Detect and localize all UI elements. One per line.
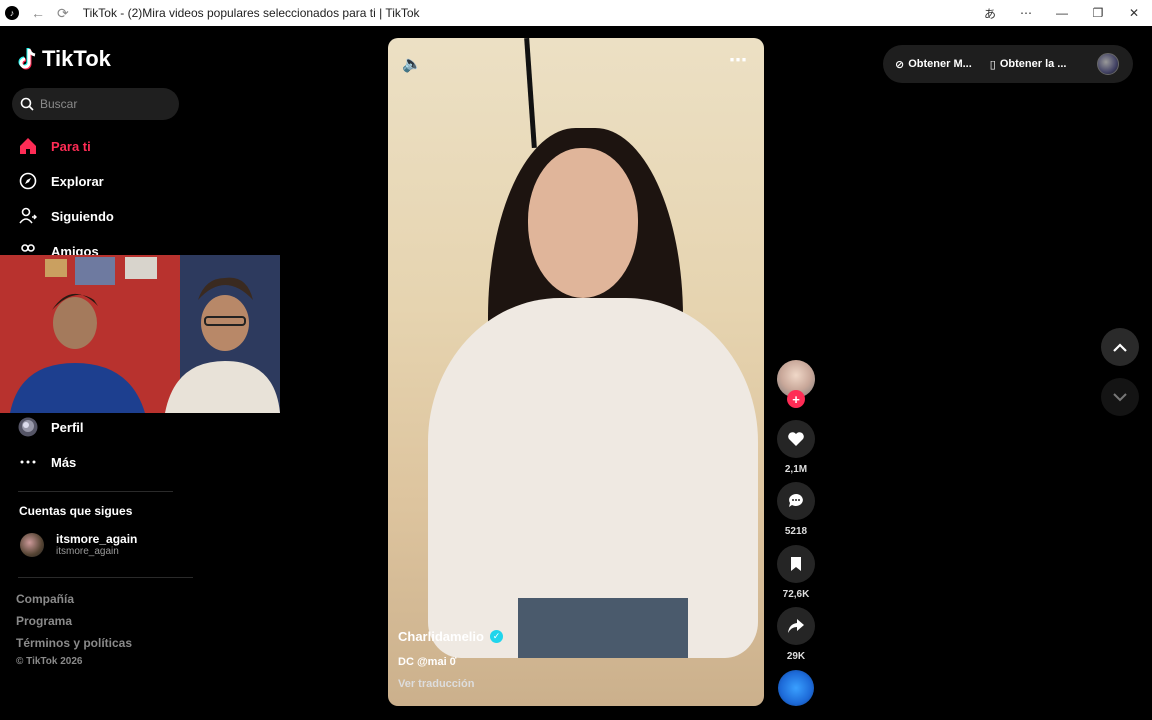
nav-label: Siguiendo <box>51 208 114 224</box>
bookmark-icon <box>791 557 801 571</box>
next-video-button[interactable] <box>1101 378 1139 416</box>
get-app-button[interactable]: ▯ Obtener la ... <box>990 58 1067 71</box>
search-input[interactable] <box>40 97 160 111</box>
user-follow-icon <box>18 206 38 226</box>
coin-icon: ⊘ <box>895 58 905 71</box>
get-app-label: Obtener la ... <box>999 58 1067 70</box>
header-actions: ⊘ Obtener M... ▯ Obtener la ... <box>883 45 1133 83</box>
like-button[interactable] <box>777 420 815 458</box>
avatar <box>20 532 44 557</box>
search-icon <box>20 97 34 111</box>
music-disc-icon[interactable] <box>778 670 814 706</box>
profile-avatar[interactable] <box>1097 53 1119 75</box>
back-icon[interactable]: ← <box>31 5 45 21</box>
window-title: TikTok - (2)Mira videos populares selecc… <box>82 6 420 20</box>
previous-video-button[interactable] <box>1101 328 1139 366</box>
copyright-text: © TikTok 2026 <box>16 656 83 667</box>
webcam-overlay <box>0 255 280 413</box>
following-section-title: Cuentas que sigues <box>19 504 133 518</box>
nav-label: Para ti <box>51 138 91 154</box>
sidebar-divider <box>18 491 173 492</box>
save-count: 72,6K <box>782 589 810 600</box>
restore-icon[interactable]: ❐ <box>1080 6 1116 20</box>
video-frame <box>524 38 537 149</box>
video-caption: DC @mai 0҆ <box>398 656 456 668</box>
save-button[interactable] <box>777 545 815 583</box>
tiktok-logo-icon <box>18 48 36 70</box>
footer-link-terminos[interactable]: Términos y políticas <box>16 636 132 650</box>
menu-dots-icon[interactable]: ⋯ <box>1008 6 1044 20</box>
account-name: itsmore_again <box>56 532 138 546</box>
verified-badge-icon: ✓ <box>489 630 503 643</box>
tiktok-app: TikTok Para ti Explorar Siguiendo Amigos <box>0 26 1152 720</box>
video-frame <box>528 148 638 298</box>
phone-icon: ▯ <box>989 58 996 71</box>
footer-link-programa[interactable]: Programa <box>16 614 72 628</box>
compass-icon <box>18 171 38 191</box>
volume-icon[interactable]: 🔈 <box>402 54 422 74</box>
window-titlebar: ♪ ← ⟳ TikTok - (2)Mira videos populares … <box>0 0 1152 26</box>
get-coins-button[interactable]: ⊘ Obtener M... <box>895 58 972 71</box>
webcam-image <box>0 255 280 413</box>
tiktok-logo[interactable]: TikTok <box>18 46 111 72</box>
video-player[interactable]: 🔈 ⋯ Charlidamelio ✓ DC @mai 0҆ Ver tradu… <box>388 38 764 706</box>
more-options-icon[interactable]: ⋯ <box>729 50 748 71</box>
nav-item-explorar[interactable]: Explorar <box>18 169 104 193</box>
close-icon[interactable]: ✕ <box>1116 6 1152 20</box>
share-button[interactable] <box>777 607 815 645</box>
translate-link[interactable]: Ver traducción <box>398 678 474 690</box>
tiktok-favicon-icon: ♪ <box>5 6 19 20</box>
nav-label: Perfil <box>51 419 84 435</box>
nav-item-para-ti[interactable]: Para ti <box>18 134 91 158</box>
share-count: 29K <box>786 651 806 662</box>
heart-icon <box>788 432 804 446</box>
nav-item-mas[interactable]: Más <box>18 450 76 474</box>
nav-item-perfil[interactable]: Perfil <box>18 415 84 439</box>
nav-label: Más <box>51 454 77 470</box>
follow-plus-icon[interactable]: + <box>787 390 805 408</box>
nav-label: Explorar <box>51 173 104 189</box>
video-frame <box>518 598 688 658</box>
home-icon <box>18 136 38 156</box>
following-account-item[interactable]: itsmore_again itsmore_again <box>20 532 137 557</box>
comment-icon <box>789 494 803 507</box>
author-name: Charlidamelio <box>398 629 484 644</box>
account-handle: itsmore_again <box>56 546 119 557</box>
chevron-up-icon <box>1113 342 1127 352</box>
more-icon <box>18 452 38 472</box>
video-author[interactable]: Charlidamelio ✓ <box>398 629 503 644</box>
nav-item-siguiendo[interactable]: Siguiendo <box>18 204 114 228</box>
share-icon <box>788 619 804 633</box>
reload-icon[interactable]: ⟳ <box>57 5 69 22</box>
sidebar-divider <box>18 577 193 578</box>
logo-text: TikTok <box>42 46 111 71</box>
comment-button[interactable] <box>777 482 815 520</box>
comment-count: 5218 <box>784 526 808 537</box>
translate-icon[interactable]: あ <box>972 5 1008 22</box>
chevron-down-icon <box>1113 392 1127 401</box>
search-box[interactable] <box>12 88 179 120</box>
like-count: 2,1M <box>784 464 808 475</box>
get-coins-label: Obtener M... <box>908 58 972 70</box>
footer-link-compania[interactable]: Compañía <box>16 592 74 606</box>
minimize-icon[interactable]: — <box>1044 6 1080 20</box>
avatar <box>18 417 38 437</box>
